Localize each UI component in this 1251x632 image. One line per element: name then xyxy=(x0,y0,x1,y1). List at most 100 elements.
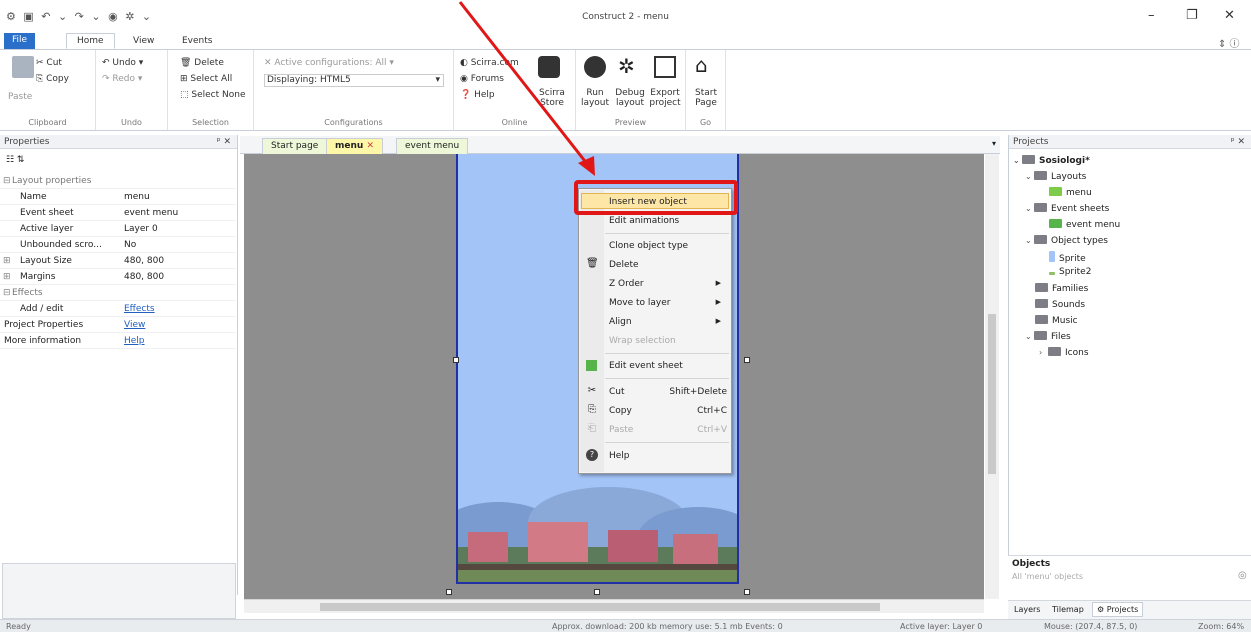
expand-icon[interactable]: ⊞ xyxy=(3,256,11,266)
tree-event-menu[interactable]: event menu xyxy=(1049,219,1120,230)
tree-music[interactable]: Music xyxy=(1035,315,1078,326)
tab-projects[interactable]: ⚙ Projects xyxy=(1092,602,1144,617)
tree-sprite[interactable]: Sprite xyxy=(1049,251,1086,264)
tab-tilemap[interactable]: Tilemap xyxy=(1052,605,1084,614)
close-icon[interactable]: ✕ xyxy=(366,141,374,151)
menu-edit-event-sheet[interactable]: Edit event sheet xyxy=(609,361,683,371)
resize-handle[interactable] xyxy=(453,357,459,363)
menu-cut[interactable]: Cut Shift+Delete xyxy=(609,387,727,397)
close-icon[interactable]: ᵖ ✕ xyxy=(1231,137,1245,147)
help-link[interactable]: Help xyxy=(124,336,145,346)
vertical-scrollbar[interactable] xyxy=(985,154,999,599)
horizontal-scrollbar[interactable] xyxy=(244,599,984,613)
tab-layers[interactable]: Layers xyxy=(1014,605,1040,614)
status-active-layer: Active layer: Layer 0 xyxy=(900,622,983,631)
debug-layout-button[interactable]: Debug layout xyxy=(612,88,648,108)
redo-button[interactable]: ↷ Redo ▾ xyxy=(102,74,142,84)
sprite-icon xyxy=(1049,251,1055,262)
tab-file[interactable]: File xyxy=(4,33,36,49)
properties-panel: Properties ᵖ ✕ ☷ ⇅ Layout properties ⊟ Nam… xyxy=(0,135,238,595)
property-row[interactable]: Unbounded scro... No xyxy=(0,237,236,253)
select-none-button[interactable]: ⬚ Select None xyxy=(180,90,245,100)
tab-view[interactable]: View xyxy=(123,34,164,50)
tab-events[interactable]: Events xyxy=(172,34,222,50)
property-value: 480, 800 xyxy=(124,272,165,282)
view-link[interactable]: View xyxy=(124,320,145,330)
menu-move-to-layer[interactable]: Move to layer ▶ xyxy=(609,298,729,308)
ribbon-tab-bar: File Home View Events ⇕ ⓘ xyxy=(0,30,1251,50)
tree-sounds[interactable]: Sounds xyxy=(1035,299,1085,310)
resize-handle[interactable] xyxy=(446,589,452,595)
close-icon[interactable]: ✕ xyxy=(1224,8,1235,23)
objects-filter[interactable]: All 'menu' objects xyxy=(1012,572,1222,581)
sort-icon[interactable]: ☷ ⇅ xyxy=(6,155,24,165)
displaying-dropdown[interactable]: Displaying: HTML5 ▾ xyxy=(264,74,444,87)
property-row[interactable]: ⊞ Layout Size 480, 800 xyxy=(0,253,236,269)
tree-files[interactable]: ⌄ Files xyxy=(1025,331,1071,342)
tree-project-root[interactable]: ⌄ Sosiologi* xyxy=(1013,155,1090,166)
copy-button[interactable]: ⎘ Copy xyxy=(36,74,69,84)
ribbon-collapse-icon[interactable]: ⇕ ⓘ xyxy=(1218,35,1240,50)
scroll-thumb[interactable] xyxy=(988,314,996,474)
paste-button[interactable]: Paste xyxy=(8,92,32,102)
chevron-down-icon[interactable]: ▾ xyxy=(992,139,996,148)
property-row[interactable]: Project Properties View xyxy=(0,317,236,333)
tree-event-sheets[interactable]: ⌄ Event sheets xyxy=(1025,203,1109,214)
tree-layout-menu[interactable]: menu xyxy=(1049,187,1092,198)
objects-title: Objects xyxy=(1008,555,1251,571)
property-row[interactable]: Active layer Layer 0 xyxy=(0,221,236,237)
tree-object-types[interactable]: ⌄ Object types xyxy=(1025,235,1108,246)
property-key: Add / edit xyxy=(20,304,64,314)
cut-button[interactable]: ✂ Cut xyxy=(36,58,62,68)
tab-menu[interactable]: menu ✕ xyxy=(326,138,383,154)
menu-clone-object-type[interactable]: Clone object type xyxy=(609,241,688,251)
configurations-group: ✕ Active configurations: All ▾ Displayin… xyxy=(254,50,454,130)
scroll-thumb[interactable] xyxy=(320,603,880,611)
export-icon xyxy=(654,56,676,78)
objects-search-icon[interactable]: ◎ xyxy=(1238,570,1247,581)
menu-paste[interactable]: Paste Ctrl+V xyxy=(609,425,727,435)
menu-wrap-selection[interactable]: Wrap selection xyxy=(609,336,676,346)
tree-layouts[interactable]: ⌄ Layouts xyxy=(1025,171,1086,182)
collapse-icon: ⊟ xyxy=(3,288,11,298)
select-all-button[interactable]: ⊞ Select All xyxy=(180,74,232,84)
delete-button[interactable]: 🗑 Delete xyxy=(180,58,224,68)
tree-sprite2[interactable]: Sprite2 xyxy=(1049,267,1091,277)
tree-families[interactable]: Families xyxy=(1035,283,1088,294)
tree-icons[interactable]: › Icons xyxy=(1039,347,1089,358)
export-project-button[interactable]: Export project xyxy=(646,88,684,108)
active-configurations-dropdown[interactable]: ✕ Active configurations: All ▾ xyxy=(264,58,394,68)
undo-button[interactable]: ↶ Undo ▾ xyxy=(102,58,143,68)
event-sheet-icon xyxy=(586,360,597,371)
menu-align[interactable]: Align ▶ xyxy=(609,317,729,327)
layout-properties-section[interactable]: Layout properties ⊟ xyxy=(0,173,236,189)
minimize-icon[interactable]: – xyxy=(1148,8,1155,23)
tab-start-page[interactable]: Start page xyxy=(262,138,328,154)
menu-delete[interactable]: Delete xyxy=(609,260,639,270)
menu-edit-animations[interactable]: Edit animations xyxy=(609,216,679,226)
menu-copy[interactable]: Copy Ctrl+C xyxy=(609,406,727,416)
resize-handle[interactable] xyxy=(744,357,750,363)
menu-z-order[interactable]: Z Order ▶ xyxy=(609,279,729,289)
undo-group: ↶ Undo ▾ ↷ Redo ▾ Undo xyxy=(96,50,168,130)
property-row[interactable]: More information Help xyxy=(0,333,236,349)
effects-link[interactable]: Effects xyxy=(124,304,155,314)
property-key: Margins xyxy=(20,272,56,282)
menu-help[interactable]: Help xyxy=(609,451,630,461)
property-value: Layer 0 xyxy=(124,224,158,234)
property-key: Name xyxy=(20,192,47,202)
effects-section[interactable]: ⊟ Effects xyxy=(0,285,236,301)
tab-home[interactable]: Home xyxy=(66,33,115,49)
resize-handle[interactable] xyxy=(594,589,600,595)
maximize-icon[interactable]: ❐ xyxy=(1186,8,1198,23)
expand-icon[interactable]: ⊞ xyxy=(3,272,11,282)
folder-icon xyxy=(1034,331,1047,340)
property-row[interactable]: Name menu xyxy=(0,189,236,205)
property-row[interactable]: Event sheet event menu xyxy=(0,205,236,221)
resize-handle[interactable] xyxy=(744,589,750,595)
close-icon[interactable]: ᵖ ✕ xyxy=(217,137,231,147)
property-row[interactable]: Add / edit Effects xyxy=(0,301,236,317)
start-page-button[interactable]: Start Page xyxy=(690,88,722,108)
property-row[interactable]: ⊞ Margins 480, 800 xyxy=(0,269,236,285)
menu-separator xyxy=(605,378,729,379)
